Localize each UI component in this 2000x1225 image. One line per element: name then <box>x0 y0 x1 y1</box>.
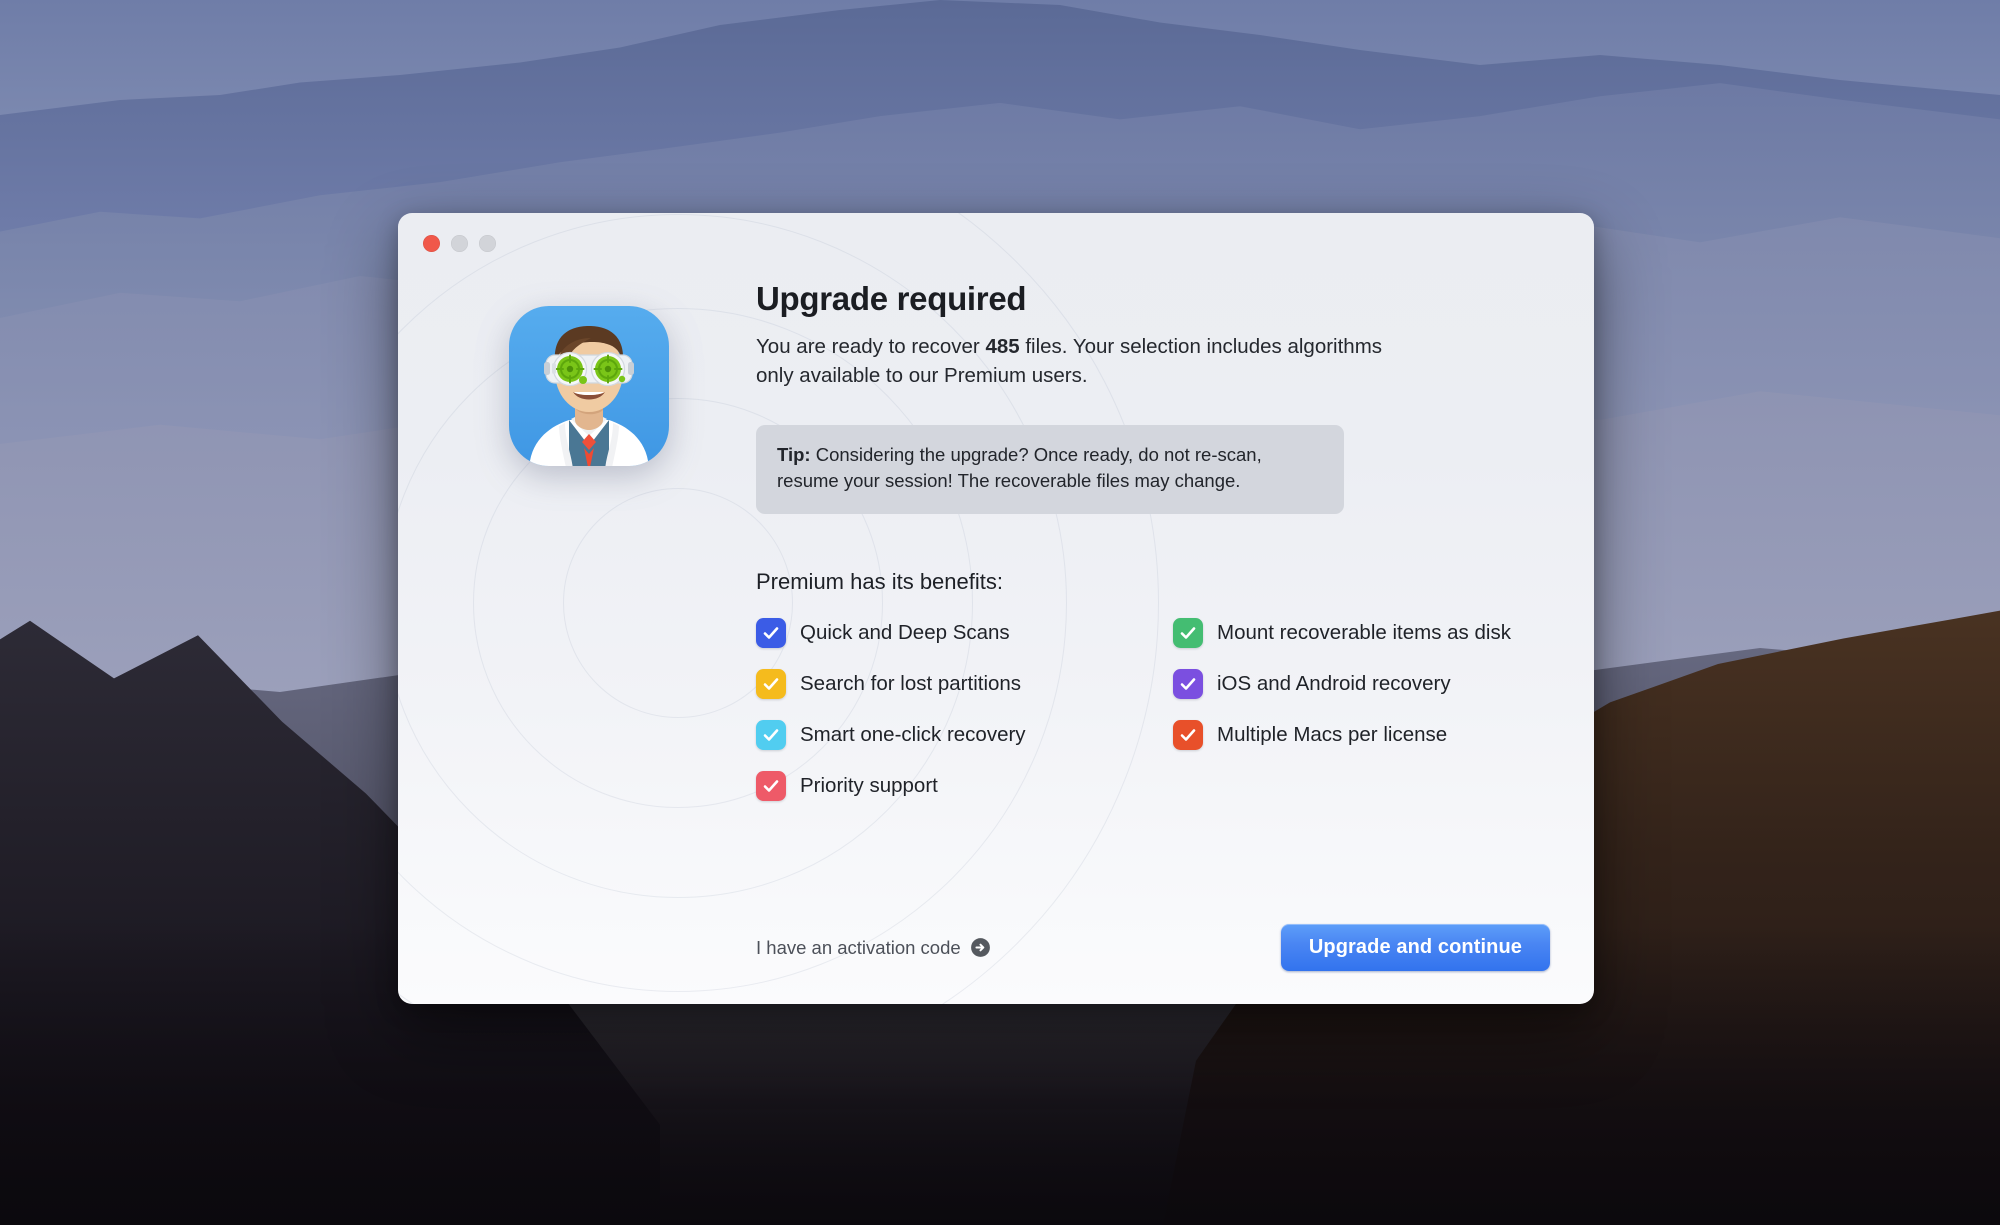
zoom-button[interactable] <box>479 235 496 252</box>
benefit-label: Search for lost partitions <box>800 672 1022 696</box>
upgrade-required-window: Upgrade required You are ready to recove… <box>398 213 1594 1004</box>
benefit-label: Priority support <box>800 774 938 798</box>
tip-box: Tip: Considering the upgrade? Once ready… <box>756 424 1344 514</box>
benefit-checkbox[interactable] <box>1173 618 1203 649</box>
benefit-label: Multiple Macs per license <box>1217 723 1448 747</box>
activation-code-link[interactable]: I have an activation code <box>756 937 991 959</box>
benefits-column-right: Mount recoverable items as disk iOS and … <box>1173 617 1546 803</box>
body-prefix: You are ready to recover <box>756 335 986 359</box>
benefit-item[interactable]: Smart one-click recovery <box>756 719 1129 752</box>
benefit-checkbox[interactable] <box>1173 669 1203 700</box>
benefit-checkbox[interactable] <box>756 618 786 649</box>
minimize-button[interactable] <box>451 235 468 252</box>
benefit-item[interactable]: Multiple Macs per license <box>1173 719 1546 752</box>
dialog-content: Upgrade required You are ready to recove… <box>756 280 1546 803</box>
tip-body: Considering the upgrade? Once ready, do … <box>777 443 1262 492</box>
benefit-checkbox[interactable] <box>756 771 786 802</box>
benefit-item[interactable]: iOS and Android recovery <box>1173 668 1546 701</box>
window-traffic-lights <box>423 235 496 252</box>
benefit-label: Quick and Deep Scans <box>800 621 1010 645</box>
benefit-label: Mount recoverable items as disk <box>1217 621 1511 645</box>
benefit-checkbox[interactable] <box>756 720 786 751</box>
desktop-wallpaper: Upgrade required You are ready to recove… <box>0 0 2000 1225</box>
tip-label: Tip: <box>777 443 811 465</box>
benefit-item[interactable]: Priority support <box>756 770 1129 803</box>
checkmark-icon <box>763 678 779 691</box>
benefit-item[interactable]: Quick and Deep Scans <box>756 617 1129 650</box>
checkmark-icon <box>763 729 779 742</box>
upgrade-and-continue-button[interactable]: Upgrade and continue <box>1280 924 1550 971</box>
benefit-label: Smart one-click recovery <box>800 723 1026 747</box>
benefit-checkbox[interactable] <box>1173 720 1203 751</box>
page-title: Upgrade required <box>756 280 1027 317</box>
arrow-right-circle-icon <box>970 938 990 957</box>
benefits-heading: Premium has its benefits: <box>756 568 1003 594</box>
benefit-item[interactable]: Mount recoverable items as disk <box>1173 617 1546 650</box>
tip-text: Tip: Considering the upgrade? Once ready… <box>777 442 1323 495</box>
benefit-label: iOS and Android recovery <box>1217 672 1451 696</box>
checkmark-icon <box>1180 729 1196 742</box>
benefit-item[interactable]: Search for lost partitions <box>756 668 1129 701</box>
checkmark-icon <box>1180 678 1196 691</box>
activation-code-label: I have an activation code <box>756 936 961 958</box>
file-count: 485 <box>985 335 1020 359</box>
close-button[interactable] <box>423 235 440 252</box>
dialog-body-text: You are ready to recover 485 files. Your… <box>756 332 1396 390</box>
benefits-column-left: Quick and Deep Scans Search for lost par… <box>756 617 1129 803</box>
checkmark-icon <box>1180 627 1196 640</box>
scientist-goggles-app-icon <box>503 300 675 472</box>
dialog-footer: I have an activation code Upgrade and co… <box>756 924 1550 971</box>
benefits-list: Quick and Deep Scans Search for lost par… <box>756 617 1546 803</box>
checkmark-icon <box>763 780 779 793</box>
benefit-checkbox[interactable] <box>756 669 786 700</box>
checkmark-icon <box>763 627 779 640</box>
